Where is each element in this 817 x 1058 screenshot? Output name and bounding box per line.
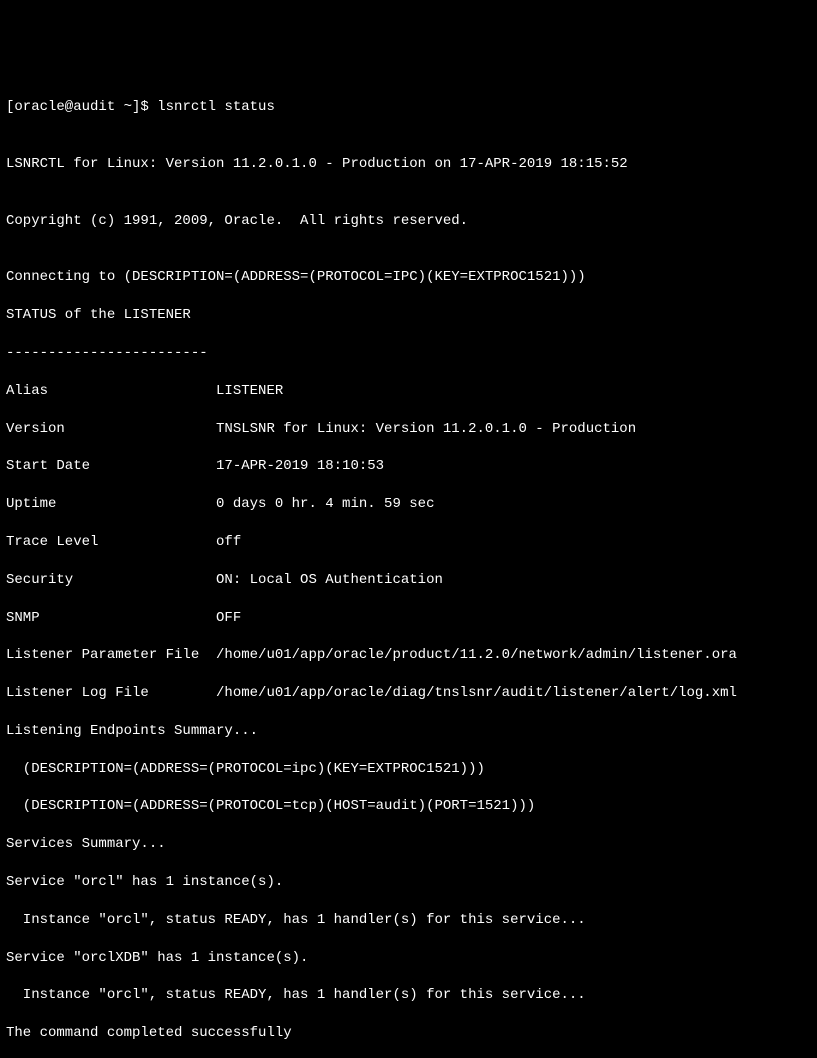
endpoint-line-1: (DESCRIPTION=(ADDRESS=(PROTOCOL=ipc)(KEY… (6, 760, 811, 779)
service-line-1: Service "orcl" has 1 instance(s). (6, 873, 811, 892)
shell-prompt: [oracle@audit ~]$ (6, 99, 157, 115)
param-file-label: Listener Parameter File (6, 646, 216, 665)
field-trace-level: Trace Leveloff (6, 533, 811, 552)
snmp-label: SNMP (6, 609, 216, 628)
trace-label: Trace Level (6, 533, 216, 552)
start-date-label: Start Date (6, 457, 216, 476)
service-line-2: Service "orclXDB" has 1 instance(s). (6, 949, 811, 968)
instance-line-2: Instance "orcl", status READY, has 1 han… (6, 986, 811, 1005)
alias-value: LISTENER (216, 382, 283, 401)
security-label: Security (6, 571, 216, 590)
divider-line: ------------------------ (6, 344, 811, 363)
field-alias: AliasLISTENER (6, 382, 811, 401)
endpoint-line-2: (DESCRIPTION=(ADDRESS=(PROTOCOL=tcp)(HOS… (6, 797, 811, 816)
field-uptime: Uptime0 days 0 hr. 4 min. 59 sec (6, 495, 811, 514)
banner-line: LSNRCTL for Linux: Version 11.2.0.1.0 - … (6, 155, 811, 174)
log-file-label: Listener Log File (6, 684, 216, 703)
command-text: lsnrctl status (157, 99, 275, 115)
log-file-value: /home/u01/app/oracle/diag/tnslsnr/audit/… (216, 684, 737, 703)
trace-value: off (216, 533, 241, 552)
terminal-output: [oracle@audit ~]$ lsnrctl status LSNRCTL… (6, 80, 811, 1058)
version-value: TNSLSNR for Linux: Version 11.2.0.1.0 - … (216, 420, 636, 439)
services-header: Services Summary... (6, 835, 811, 854)
snmp-value: OFF (216, 609, 241, 628)
start-date-value: 17-APR-2019 18:10:53 (216, 457, 384, 476)
completed-line: The command completed successfully (6, 1024, 811, 1043)
field-param-file: Listener Parameter File/home/u01/app/ora… (6, 646, 811, 665)
security-value: ON: Local OS Authentication (216, 571, 443, 590)
field-snmp: SNMPOFF (6, 609, 811, 628)
connecting-line: Connecting to (DESCRIPTION=(ADDRESS=(PRO… (6, 268, 811, 287)
status-header: STATUS of the LISTENER (6, 306, 811, 325)
copyright-line: Copyright (c) 1991, 2009, Oracle. All ri… (6, 212, 811, 231)
field-version: VersionTNSLSNR for Linux: Version 11.2.0… (6, 420, 811, 439)
field-security: SecurityON: Local OS Authentication (6, 571, 811, 590)
param-file-value: /home/u01/app/oracle/product/11.2.0/netw… (216, 646, 737, 665)
endpoints-header: Listening Endpoints Summary... (6, 722, 811, 741)
prompt-line-1: [oracle@audit ~]$ lsnrctl status (6, 98, 811, 117)
alias-label: Alias (6, 382, 216, 401)
instance-line-1: Instance "orcl", status READY, has 1 han… (6, 911, 811, 930)
field-log-file: Listener Log File/home/u01/app/oracle/di… (6, 684, 811, 703)
uptime-label: Uptime (6, 495, 216, 514)
uptime-value: 0 days 0 hr. 4 min. 59 sec (216, 495, 434, 514)
field-start-date: Start Date17-APR-2019 18:10:53 (6, 457, 811, 476)
version-label: Version (6, 420, 216, 439)
